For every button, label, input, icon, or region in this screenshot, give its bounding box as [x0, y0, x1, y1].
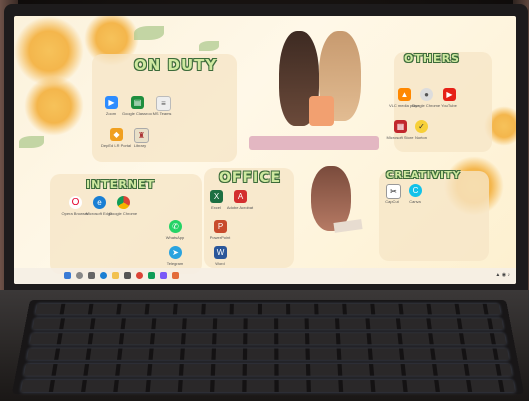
store-icon[interactable]: ▦: [394, 120, 407, 133]
key-row-numbers: [32, 318, 504, 330]
cone-icon[interactable]: ▲: [398, 88, 411, 101]
chrome-icon[interactable]: [117, 196, 130, 209]
app-label: Word: [215, 261, 225, 266]
start-icon[interactable]: [64, 272, 71, 279]
app-label: MS Teams: [152, 111, 172, 116]
mail-icon[interactable]: [148, 272, 155, 279]
whatsapp-icon[interactable]: ✆: [169, 220, 182, 233]
group-title-office: OFFICE: [219, 170, 282, 186]
teams-icon[interactable]: ≡: [156, 96, 171, 111]
portal-icon[interactable]: ◆: [110, 128, 123, 141]
group-title-others: OTHERS: [404, 52, 460, 65]
word-icon[interactable]: W: [214, 246, 227, 259]
shield-icon[interactable]: ♜: [134, 128, 149, 143]
group-title-internet: INTERNET: [86, 178, 156, 191]
key-row-top: [35, 303, 501, 315]
app-label: WhatsApp: [165, 235, 185, 240]
video-icon[interactable]: ▶: [105, 96, 118, 109]
leaf-decoration: [134, 26, 164, 40]
key-row-asdf: [26, 348, 510, 360]
play-icon[interactable]: ▶: [443, 88, 456, 101]
chrome-icon[interactable]: ●: [420, 88, 433, 101]
pdf-icon[interactable]: A: [234, 190, 247, 203]
app-label: Telegram: [166, 261, 184, 266]
norton-icon[interactable]: ✓: [415, 120, 428, 133]
app-label: Google Chrome: [108, 211, 138, 216]
girls-illustration: [249, 26, 379, 151]
desktop-screen: ON DUTY ▶ Zoom ▤ Google Classroom ≡ MS T…: [14, 16, 516, 284]
taskview-icon[interactable]: [88, 272, 95, 279]
capcut-icon[interactable]: ✂: [386, 184, 401, 199]
opera-icon[interactable]: O: [69, 196, 82, 209]
group-title-on-duty: ON DUTY: [134, 56, 218, 74]
store-taskbar-icon[interactable]: [124, 272, 131, 279]
ribbon-banner: [249, 136, 379, 150]
telegram-icon[interactable]: ➤: [169, 246, 182, 259]
edge-taskbar-icon[interactable]: [100, 272, 107, 279]
classroom-icon[interactable]: ▤: [131, 96, 144, 109]
key-row-bottom: [20, 380, 516, 392]
app-label: YouTube: [441, 103, 457, 108]
app-label: Adobe Acrobat: [226, 205, 254, 210]
canva-icon[interactable]: C: [409, 184, 422, 197]
flower-decoration: [24, 76, 84, 136]
shirt: [309, 96, 334, 126]
excel-icon[interactable]: X: [210, 190, 223, 203]
key-row-zxcv: [23, 364, 513, 376]
leaf-decoration: [19, 136, 44, 148]
taskbar: ▲ ◉ ♪: [14, 268, 516, 284]
app-label: Library: [133, 143, 147, 148]
app-label: Canva: [409, 199, 421, 204]
folder-icon[interactable]: [112, 272, 119, 279]
key-row-qwerty: [29, 333, 507, 345]
group-title-creativity: CREATIVITY: [386, 170, 461, 181]
ppt-icon[interactable]: P: [214, 220, 227, 233]
app-taskbar-icon[interactable]: [172, 272, 179, 279]
system-tray[interactable]: ▲ ◉ ♪: [495, 272, 510, 278]
photos-icon[interactable]: [160, 272, 167, 279]
keyboard: [11, 300, 525, 395]
app-label: PowerPoint: [209, 235, 231, 240]
leaf-decoration: [199, 41, 219, 51]
edge-icon[interactable]: e: [93, 196, 106, 209]
search-icon[interactable]: [76, 272, 83, 279]
reading-girl-illustration: [306, 166, 366, 246]
app-label: Norton: [414, 135, 427, 140]
chrome-taskbar-icon[interactable]: [136, 272, 143, 279]
